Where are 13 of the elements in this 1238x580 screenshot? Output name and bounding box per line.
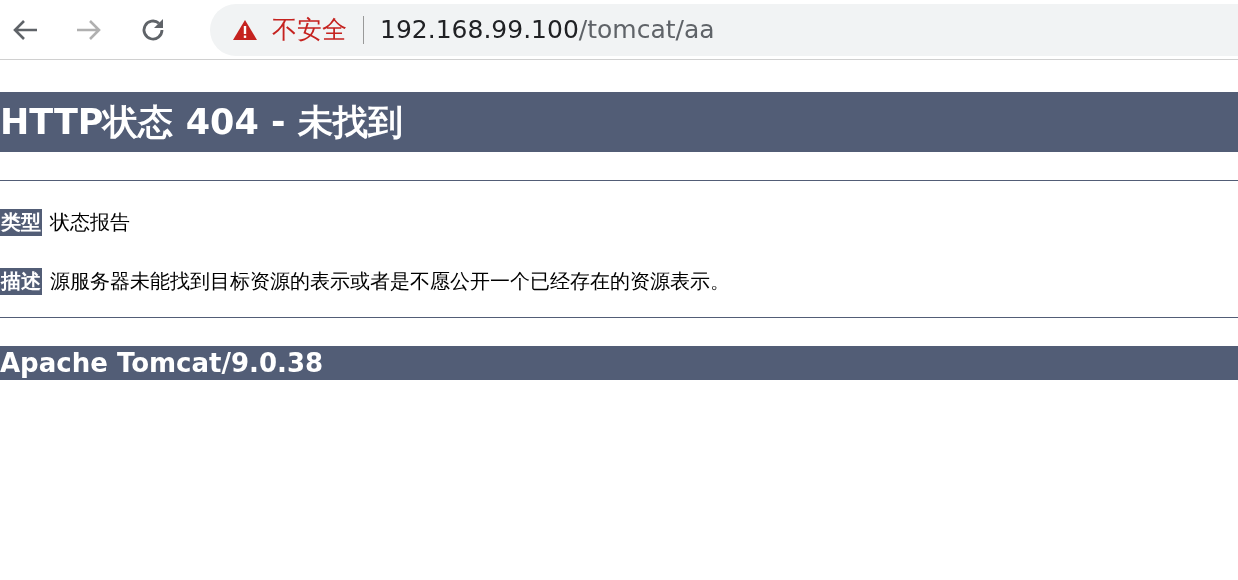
- field-label: 描述: [0, 268, 42, 295]
- forward-icon: [75, 17, 103, 42]
- field-label: 类型: [0, 209, 42, 236]
- url-host: 192.168.99.100: [380, 15, 579, 44]
- security-label: 不安全: [272, 14, 347, 46]
- warning-icon: [232, 18, 258, 41]
- back-icon: [11, 17, 39, 42]
- server-footer: Apache Tomcat/9.0.38: [0, 346, 1238, 380]
- field-value: 源服务器未能找到目标资源的表示或者是不愿公开一个已经存在的资源表示。: [50, 268, 730, 295]
- page-title: HTTP状态 404 - 未找到: [0, 92, 1238, 152]
- url-path: /tomcat/aa: [578, 15, 715, 44]
- address-bar[interactable]: 不安全 192.168.99.100/tomcat/aa: [210, 3, 1238, 56]
- field-value: 状态报告: [50, 209, 130, 236]
